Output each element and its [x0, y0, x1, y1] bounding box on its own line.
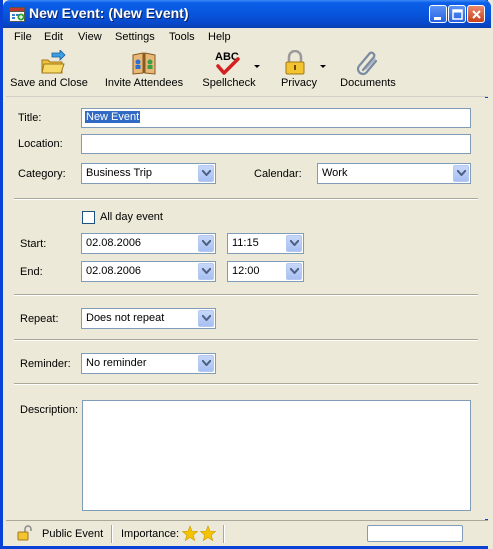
menu-file[interactable]: File: [14, 31, 32, 43]
category-value: Business Trip: [86, 167, 153, 179]
save-close-button[interactable]: Save and Close: [10, 46, 88, 96]
documents-paperclip-icon: [355, 50, 381, 76]
repeat-label: Repeat:: [20, 313, 59, 325]
privacy-lock-icon: [282, 49, 308, 76]
minimize-icon: [434, 17, 441, 20]
calendar-select[interactable]: Work: [317, 163, 471, 184]
all-day-checkbox[interactable]: [82, 211, 95, 224]
title-label: Title:: [18, 112, 42, 124]
calendar-label: Calendar:: [254, 168, 302, 180]
title-bar[interactable]: New Event: (New Event): [3, 0, 491, 28]
spellcheck-icon: ABC: [214, 50, 240, 76]
all-day-label[interactable]: All day event: [100, 211, 163, 223]
star-icon: [199, 525, 217, 542]
documents-button[interactable]: Documents: [336, 46, 400, 96]
status-divider: [223, 525, 225, 543]
separator: [14, 198, 478, 200]
privacy-dropdown-icon[interactable]: [320, 65, 326, 68]
location-label: Location:: [18, 138, 63, 150]
start-time-select[interactable]: 11:15: [227, 233, 304, 254]
start-date-value: 02.08.2006: [86, 237, 142, 249]
start-label: Start:: [20, 238, 47, 250]
save-close-label: Save and Close: [10, 77, 88, 89]
status-divider: [111, 525, 113, 543]
close-icon: [472, 10, 481, 19]
status-bar: Public Event Importance:: [6, 520, 488, 546]
menu-settings[interactable]: Settings: [115, 31, 155, 43]
dropdown-arrow-icon[interactable]: [198, 263, 214, 280]
event-window: New Event: (New Event) File Edit View Se…: [0, 0, 491, 549]
category-select[interactable]: Business Trip: [81, 163, 216, 184]
status-progress-box: [367, 525, 463, 542]
invite-attendees-label: Invite Attendees: [104, 77, 184, 89]
star-icon: [181, 525, 199, 542]
start-date-picker[interactable]: 02.08.2006: [81, 233, 216, 254]
privacy-button[interactable]: Privacy: [270, 46, 328, 96]
importance-stars[interactable]: [181, 525, 218, 545]
title-input[interactable]: New Event: [81, 108, 471, 128]
repeat-select[interactable]: Does not repeat: [81, 308, 216, 329]
privacy-label: Privacy: [280, 77, 318, 89]
dropdown-arrow-icon[interactable]: [198, 165, 214, 182]
menu-view[interactable]: View: [78, 31, 102, 43]
menu-help[interactable]: Help: [208, 31, 231, 43]
window-title: New Event: (New Event): [29, 5, 189, 21]
reminder-label: Reminder:: [20, 358, 71, 370]
toolbar: Save and Close Invite Attendees ABC Spel…: [6, 46, 488, 97]
end-label: End:: [20, 266, 43, 278]
reminder-select[interactable]: No reminder: [81, 353, 216, 374]
separator: [14, 383, 478, 385]
end-time-value: 12:00: [232, 265, 260, 277]
reminder-value: No reminder: [86, 357, 147, 369]
calendar-value: Work: [322, 167, 348, 179]
separator: [14, 339, 478, 341]
importance-label: Importance:: [121, 528, 180, 540]
spellcheck-button[interactable]: ABC Spellcheck: [198, 46, 260, 96]
dropdown-arrow-icon[interactable]: [198, 310, 214, 327]
documents-label: Documents: [340, 77, 396, 89]
menu-tools[interactable]: Tools: [169, 31, 195, 43]
title-input-value: New Event: [85, 111, 141, 123]
save-close-icon: [40, 49, 66, 76]
minimize-button[interactable]: [429, 5, 447, 23]
repeat-value: Does not repeat: [86, 312, 165, 324]
spellcheck-dropdown-icon[interactable]: [254, 65, 260, 68]
category-label: Category:: [18, 168, 66, 180]
dropdown-arrow-icon[interactable]: [286, 235, 302, 252]
invite-attendees-button[interactable]: Invite Attendees: [98, 46, 190, 96]
start-time-value: 11:15: [232, 237, 259, 249]
spellcheck-label: Spellcheck: [202, 77, 256, 89]
new-event-icon: [9, 6, 25, 22]
menu-edit[interactable]: Edit: [44, 31, 63, 43]
end-time-select[interactable]: 12:00: [227, 261, 304, 282]
public-lock-icon: [16, 525, 32, 541]
dropdown-arrow-icon[interactable]: [453, 165, 469, 182]
close-button[interactable]: [467, 5, 485, 23]
maximize-icon: [452, 9, 463, 20]
description-label: Description:: [20, 404, 79, 416]
invite-attendees-icon: [131, 50, 157, 76]
description-textarea[interactable]: [82, 400, 471, 511]
separator: [14, 294, 478, 296]
privacy-status[interactable]: Public Event: [42, 528, 103, 540]
dropdown-arrow-icon[interactable]: [286, 263, 302, 280]
dropdown-arrow-icon[interactable]: [198, 235, 214, 252]
end-date-value: 02.08.2006: [86, 265, 142, 277]
maximize-button[interactable]: [448, 5, 466, 23]
menu-bar: File Edit View Settings Tools Help: [6, 28, 488, 46]
event-form: Title: New Event Location: Category: Bus…: [6, 98, 488, 519]
location-input[interactable]: [81, 134, 471, 154]
end-date-picker[interactable]: 02.08.2006: [81, 261, 216, 282]
dropdown-arrow-icon[interactable]: [198, 355, 214, 372]
